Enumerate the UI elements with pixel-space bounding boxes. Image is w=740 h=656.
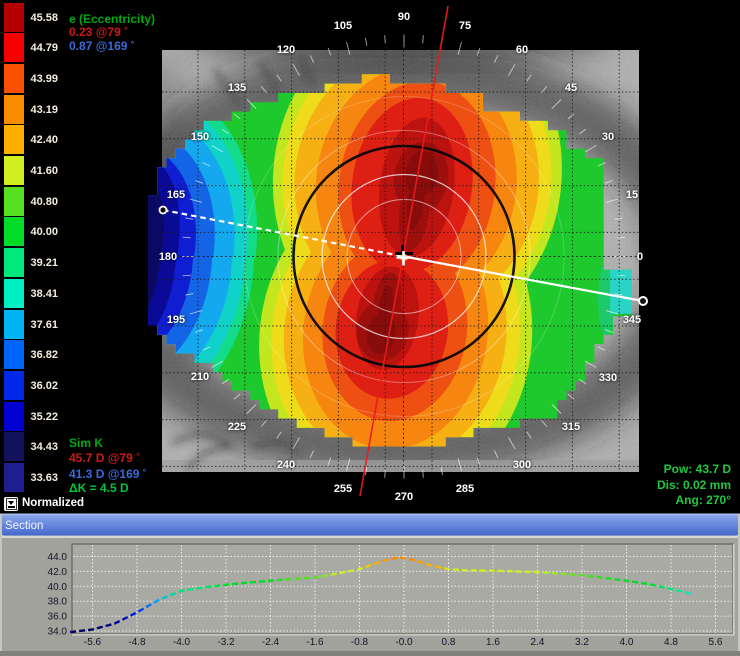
svg-text:-0.8: -0.8 (351, 637, 369, 648)
svg-text:Section: Section (5, 520, 43, 532)
svg-text:150: 150 (191, 131, 209, 143)
svg-text:42.0: 42.0 (48, 567, 68, 578)
svg-text:3.2: 3.2 (575, 637, 589, 648)
svg-text:36.0: 36.0 (48, 612, 68, 623)
svg-text:90: 90 (398, 11, 410, 23)
svg-text:165: 165 (167, 189, 185, 201)
svg-text:270: 270 (395, 491, 413, 503)
svg-text:38.0: 38.0 (48, 597, 68, 608)
svg-text:30: 30 (602, 131, 614, 143)
svg-text:34.0: 34.0 (48, 627, 68, 638)
svg-text:60: 60 (516, 44, 528, 56)
svg-text:44.0: 44.0 (48, 552, 68, 563)
svg-text:-3.2: -3.2 (217, 637, 235, 648)
svg-text:-4.0: -4.0 (173, 637, 191, 648)
svg-text:0.8: 0.8 (442, 637, 456, 648)
svg-text:5.6: 5.6 (709, 637, 723, 648)
svg-text:4.0: 4.0 (620, 637, 634, 648)
svg-text:240: 240 (277, 459, 295, 471)
svg-text:255: 255 (334, 483, 352, 495)
svg-text:-2.4: -2.4 (262, 637, 280, 648)
svg-text:0: 0 (637, 251, 643, 263)
svg-text:300: 300 (513, 459, 531, 471)
svg-text:345: 345 (623, 314, 641, 326)
svg-text:-1.6: -1.6 (306, 637, 324, 648)
svg-text:15: 15 (626, 189, 638, 201)
svg-text:75: 75 (459, 20, 471, 32)
svg-text:2.4: 2.4 (531, 637, 545, 648)
svg-text:285: 285 (456, 483, 474, 495)
svg-text:-0.0: -0.0 (395, 637, 413, 648)
svg-text:225: 225 (228, 421, 246, 433)
svg-text:180: 180 (159, 251, 177, 263)
svg-text:4.8: 4.8 (664, 637, 678, 648)
svg-text:210: 210 (191, 371, 209, 383)
svg-text:1.6: 1.6 (486, 637, 500, 648)
svg-text:40.0: 40.0 (48, 582, 68, 593)
svg-text:45: 45 (565, 82, 577, 94)
svg-text:-5.6: -5.6 (84, 637, 102, 648)
svg-text:330: 330 (599, 372, 617, 384)
svg-text:105: 105 (334, 20, 352, 32)
svg-text:120: 120 (277, 44, 295, 56)
svg-text:-4.8: -4.8 (128, 637, 146, 648)
svg-text:315: 315 (562, 421, 580, 433)
svg-text:195: 195 (167, 314, 185, 326)
svg-text:135: 135 (228, 82, 246, 94)
